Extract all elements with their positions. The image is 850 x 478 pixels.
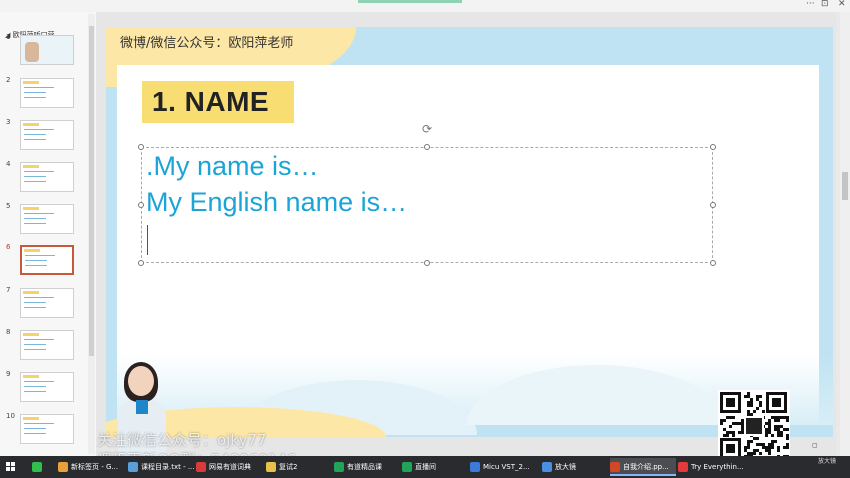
resize-handle[interactable] (424, 260, 430, 266)
slide-number: 5 (6, 202, 11, 210)
taskbar-item[interactable]: 有道精品课 (334, 458, 400, 476)
taskbar-item[interactable]: 复试2 (266, 458, 332, 476)
taskbar-item[interactable] (32, 458, 56, 476)
slide-number: 2 (6, 76, 11, 84)
taskbar-item[interactable]: 直播间 (402, 458, 468, 476)
slide-thumbnail[interactable] (20, 288, 74, 318)
slide-number: 3 (6, 118, 11, 126)
slide-header-text: 微博/微信公众号：欧阳萍老师 (120, 36, 294, 51)
slide-number: 1 (6, 33, 11, 41)
taskbar: 新标签页 - G... 课程目录.txt - ... 网易有道词典 复试2 有道精品课 直… (0, 456, 850, 478)
taskbar-item-label: 自我介绍.pp... (623, 463, 669, 471)
slide-thumbnail[interactable] (20, 204, 74, 234)
app-icon (542, 462, 552, 472)
app-icon (266, 462, 276, 472)
resize-handle[interactable] (138, 144, 144, 150)
app-icon (196, 462, 206, 472)
taskbar-item[interactable]: Micu VST_2... (470, 458, 540, 476)
slide-thumbnail[interactable] (20, 120, 74, 150)
app-icon (610, 462, 620, 472)
taskbar-item[interactable]: 自我介绍.pp... (610, 458, 676, 476)
slide-thumbnail[interactable] (20, 330, 74, 360)
slide-scrollbar[interactable] (840, 12, 850, 456)
zoom-icon[interactable]: ▢ (812, 442, 818, 449)
slide-thumbnail[interactable] (20, 372, 74, 402)
panel-scrollbar[interactable] (88, 14, 95, 454)
slide: 微博/微信公众号：欧阳萍老师 1. NAME ⟳ .My name is… My… (106, 27, 833, 437)
slide-scrollbar-thumb[interactable] (842, 172, 848, 200)
title-bar: ··· ⊡ ✕ (0, 0, 850, 12)
system-tray[interactable]: 放大镜 (818, 456, 850, 478)
slide-number: 8 (6, 328, 11, 336)
text-cursor (147, 225, 148, 255)
slide-title: 1. NAME (152, 86, 270, 117)
app-icon (402, 462, 412, 472)
taskbar-item-label: 直播间 (415, 463, 436, 471)
text-line-2[interactable]: My English name is… (146, 187, 407, 218)
app-icon (470, 462, 480, 472)
app-icon (678, 462, 688, 472)
title-accent (358, 0, 462, 3)
slide-number: 7 (6, 286, 11, 294)
hill-shape (467, 365, 727, 425)
resize-handle[interactable] (710, 260, 716, 266)
taskbar-item[interactable]: 新标签页 - G... (58, 458, 126, 476)
close-icon[interactable]: ✕ (838, 0, 846, 9)
status-bar-right: ▢ (812, 442, 850, 454)
text-line-1[interactable]: .My name is… (146, 151, 319, 182)
resize-handle[interactable] (710, 144, 716, 150)
watermark-line-1: 关注微信公众号：ojky77 (97, 431, 267, 449)
app-icon (334, 462, 344, 472)
slide-thumbnail[interactable] (20, 78, 74, 108)
windows-start-icon[interactable] (6, 462, 16, 472)
slide-thumbnail[interactable] (20, 245, 74, 275)
taskbar-item[interactable]: 放大镜 (542, 458, 608, 476)
qr-code (718, 390, 790, 462)
title-box[interactable]: 1. NAME (142, 81, 294, 123)
taskbar-item-label: 复试2 (279, 463, 298, 471)
tray-label: 放大镜 (818, 458, 837, 465)
slide-number: 4 (6, 160, 11, 168)
taskbar-item-label: 课程目录.txt - ... (141, 463, 194, 471)
resize-handle[interactable] (424, 144, 430, 150)
app-icon (128, 462, 138, 472)
more-icon[interactable]: ··· (806, 0, 815, 9)
app-icon (32, 462, 42, 472)
taskbar-item-label: 新标签页 - G... (71, 463, 119, 471)
panel-scrollbar-thumb[interactable] (89, 26, 94, 356)
slide-number: 10 (6, 412, 15, 420)
taskbar-item[interactable]: 课程目录.txt - ... (128, 458, 194, 476)
resize-handle[interactable] (138, 260, 144, 266)
taskbar-item-label: 网易有道词典 (209, 463, 251, 471)
taskbar-item-label: Micu VST_2... (483, 463, 530, 471)
slide-number: 6 (6, 243, 11, 251)
taskbar-item-label: 有道精品课 (347, 463, 382, 471)
taskbar-item-label: 放大镜 (555, 463, 576, 471)
resize-handle[interactable] (138, 202, 144, 208)
qr-logo (744, 416, 764, 436)
slide-number: 9 (6, 370, 11, 378)
taskbar-item[interactable]: Try Everythin... (678, 458, 746, 476)
app-icon (58, 462, 68, 472)
taskbar-item-label: Try Everythin... (691, 463, 744, 471)
slide-thumbnail[interactable] (20, 414, 74, 444)
slide-thumbnail[interactable] (20, 35, 74, 65)
rotate-handle-icon[interactable]: ⟳ (422, 122, 432, 136)
restore-icon[interactable]: ⊡ (821, 0, 829, 9)
slide-thumbnail[interactable] (20, 162, 74, 192)
taskbar-item[interactable]: 网易有道词典 (196, 458, 264, 476)
resize-handle[interactable] (710, 202, 716, 208)
